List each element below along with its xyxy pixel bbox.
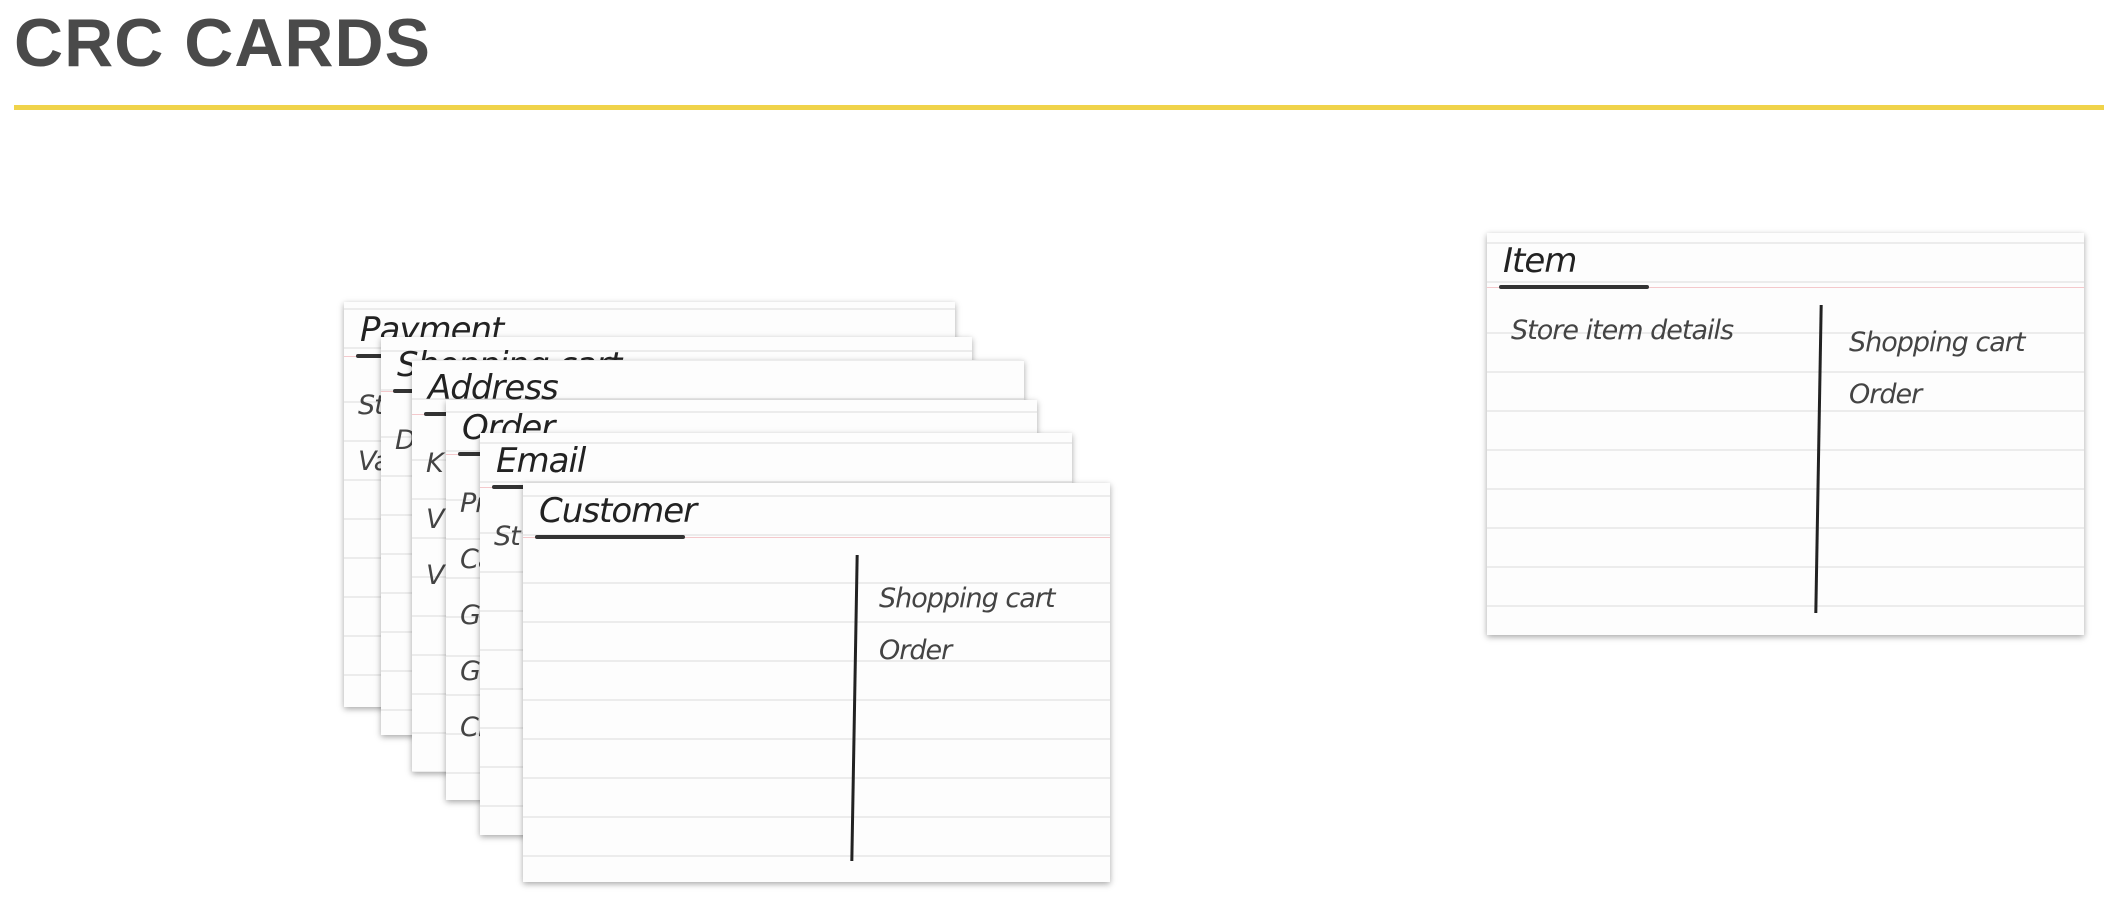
crc-card: Customer Shopping cart Order	[523, 483, 1110, 882]
card-title-underline	[535, 535, 685, 539]
page-title: CRC CARDS	[14, 5, 431, 81]
crc-card: Item Store item details Shopping cart Order	[1487, 233, 2084, 635]
card-collaborator: Shopping cart	[879, 583, 1055, 614]
card-column-divider	[1814, 304, 1823, 614]
card-responsibility: St	[494, 521, 521, 552]
card-column-divider	[850, 554, 859, 862]
card-collaborator: Shopping cart	[1849, 327, 2025, 358]
card-title-underline	[1499, 285, 1649, 289]
card-class-name: Item	[1503, 241, 1577, 281]
card-responsibility: Store item details	[1511, 315, 1734, 346]
card-responsibility: V	[426, 560, 445, 591]
card-collaborator: Order	[1849, 379, 1922, 410]
card-collaborator: Order	[879, 635, 952, 666]
card-class-name: Customer	[539, 491, 697, 531]
card-responsibility: St	[358, 390, 385, 421]
title-underline	[14, 105, 2104, 110]
card-responsibility: V	[426, 504, 445, 535]
card-responsibility: K	[426, 448, 444, 479]
card-class-name: Email	[496, 441, 586, 481]
